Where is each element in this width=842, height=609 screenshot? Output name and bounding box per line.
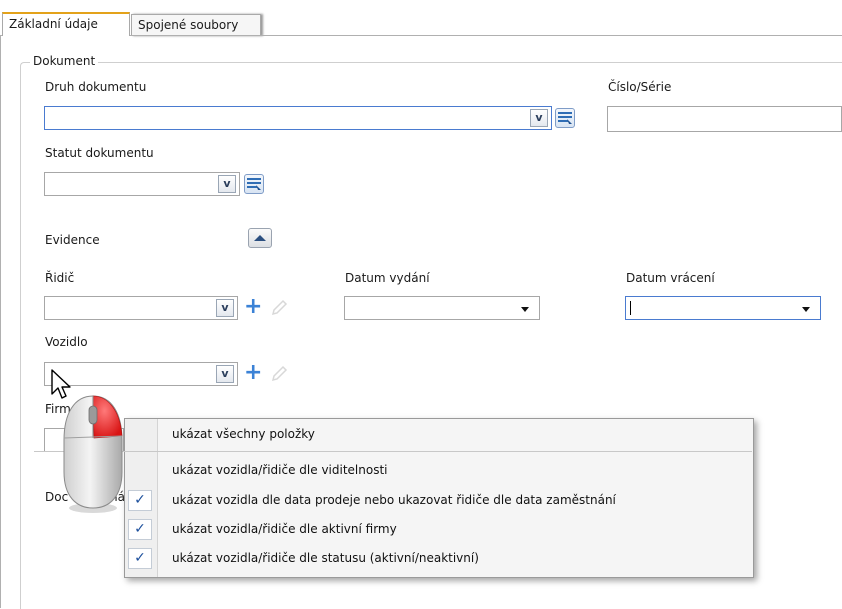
menu-item-label: ukázat vozidla dle data prodeje nebo uka… — [172, 493, 616, 507]
statut-dokumentu-combobox[interactable]: v — [44, 172, 240, 196]
add-vozidlo-icon[interactable]: + — [244, 362, 262, 384]
menu-item-label: ukázat vozidla/řidiče dle aktivní firmy — [172, 522, 397, 536]
chevron-down-icon[interactable]: v — [216, 299, 234, 317]
chevron-down-icon[interactable]: v — [216, 365, 234, 383]
checkmark-icon: ✓ — [128, 548, 152, 569]
menu-item-show-all[interactable]: ukázat všechny položky — [125, 423, 753, 447]
ridic-combobox[interactable]: v — [44, 296, 238, 320]
menu-item-label: ukázat všechny položky — [172, 427, 315, 441]
group-title: Dokument — [30, 54, 99, 68]
dropdown-arrow-icon[interactable] — [802, 307, 810, 312]
right-click-mouse-icon — [63, 395, 123, 513]
tab-label: Základní údaje — [9, 17, 98, 31]
list-picker-icon[interactable] — [555, 108, 575, 128]
menu-item-by-status[interactable]: ✓ ukázat vozidla/řidiče dle statusu (akt… — [125, 547, 753, 571]
chevron-down-icon[interactable]: v — [218, 175, 236, 193]
add-ridic-icon[interactable]: + — [244, 296, 262, 318]
chevron-down-icon[interactable]: v — [530, 109, 548, 127]
ridic-label: Řidič — [45, 271, 75, 285]
evidence-label: Evidence — [45, 233, 100, 247]
menu-item-label: ukázat vozidla/řidiče dle viditelnosti — [172, 463, 388, 477]
menu-item-label: ukázat vozidla/řidiče dle statusu (aktiv… — [172, 551, 479, 565]
tab-label: Spojené soubory — [138, 18, 239, 32]
vozidlo-label: Vozidlo — [45, 335, 88, 349]
menu-item-by-sale-date[interactable]: ✓ ukázat vozidla dle data prodeje nebo u… — [125, 489, 753, 513]
datum-vraceni-picker[interactable] — [625, 296, 821, 320]
text-caret — [630, 301, 631, 315]
tab-spojene-soubory[interactable]: Spojené soubory — [131, 14, 261, 36]
druh-dokumentu-label: Druh dokumentu — [45, 80, 147, 94]
dropdown-arrow-icon[interactable] — [521, 307, 529, 312]
cislo-serie-label: Číslo/Série — [608, 80, 672, 94]
druh-dokumentu-combobox[interactable]: v — [44, 106, 552, 130]
checkmark-icon: ✓ — [128, 519, 152, 540]
edit-pencil-icon[interactable] — [270, 299, 288, 317]
list-picker-icon[interactable] — [244, 174, 264, 194]
panel-border — [0, 36, 1, 608]
datum-vydani-picker[interactable] — [344, 296, 540, 320]
datum-vraceni-label: Datum vrácení — [626, 271, 715, 285]
collapse-button[interactable] — [248, 228, 272, 248]
menu-item-by-visibility[interactable]: ukázat vozidla/řidiče dle viditelnosti — [125, 459, 753, 483]
menu-item-by-active-company[interactable]: ✓ ukázat vozidla/řidiče dle aktivní firm… — [125, 518, 753, 542]
tab-zakladni-udaje[interactable]: Základní údaje — [2, 12, 130, 36]
context-menu: ukázat všechny položky ukázat vozidla/ři… — [124, 418, 754, 578]
cislo-serie-input[interactable] — [607, 106, 842, 132]
menu-separator — [34, 451, 752, 452]
checkmark-icon: ✓ — [128, 490, 152, 511]
statut-dokumentu-label: Statut dokumentu — [45, 146, 154, 160]
triangle-up-icon — [254, 235, 266, 241]
datum-vydani-label: Datum vydání — [345, 271, 430, 285]
edit-pencil-icon[interactable] — [270, 365, 288, 383]
